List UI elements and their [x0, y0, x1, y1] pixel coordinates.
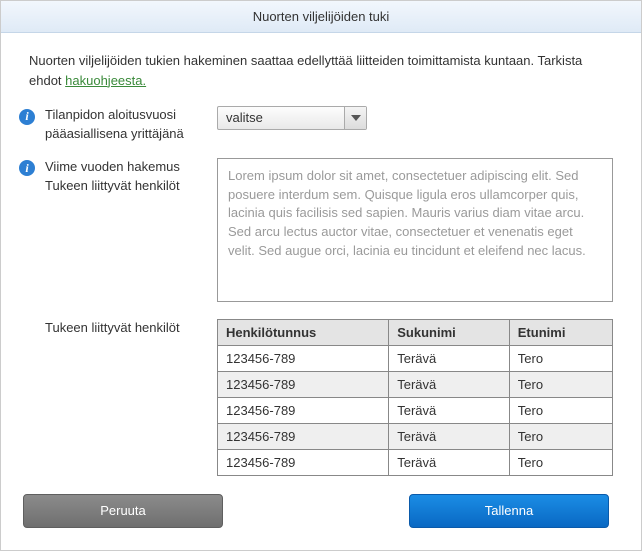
- cell-last: Terävä: [389, 345, 510, 371]
- start-year-label: Tilanpidon aloitusvuosi pääasiallisena y…: [45, 106, 217, 144]
- persons-textarea[interactable]: [217, 158, 613, 302]
- persons-section-label: Tukeen liittyvät henkilöt: [45, 319, 217, 338]
- table-row: 123456-789 Terävä Tero: [218, 371, 613, 397]
- cell-ssn: 123456-789: [218, 449, 389, 475]
- start-year-select-toggle[interactable]: [344, 107, 366, 129]
- cell-ssn: 123456-789: [218, 423, 389, 449]
- cell-first: Tero: [509, 423, 612, 449]
- cell-ssn: 123456-789: [218, 371, 389, 397]
- start-year-select-value: valitse: [218, 107, 344, 129]
- row-persons-table: Tukeen liittyvät henkilöt Henkilötunnus …: [19, 319, 613, 476]
- dialog-window: Nuorten viljelijöiden tuki Nuorten vilje…: [0, 0, 642, 551]
- save-button[interactable]: Tallenna: [409, 494, 609, 528]
- col-first: Etunimi: [509, 319, 612, 345]
- table-row: 123456-789 Terävä Tero: [218, 423, 613, 449]
- info-icon[interactable]: i: [19, 109, 35, 125]
- cancel-button[interactable]: Peruuta: [23, 494, 223, 528]
- dialog-body: Nuorten viljelijöiden tukien hakeminen s…: [1, 33, 641, 550]
- start-year-select[interactable]: valitse: [217, 106, 367, 130]
- textarea-label: Viime vuoden hakemus Tukeen liittyvät he…: [45, 158, 217, 196]
- table-row: 123456-789 Terävä Tero: [218, 345, 613, 371]
- intro-text: Nuorten viljelijöiden tukien hakeminen s…: [29, 51, 613, 90]
- persons-table: Henkilötunnus Sukunimi Etunimi 123456-78…: [217, 319, 613, 476]
- table-row: 123456-789 Terävä Tero: [218, 397, 613, 423]
- info-icon[interactable]: i: [19, 160, 35, 176]
- cell-first: Tero: [509, 371, 612, 397]
- start-year-label-line2: pääasiallisena yrittäjänä: [45, 126, 184, 141]
- cell-first: Tero: [509, 397, 612, 423]
- cell-last: Terävä: [389, 449, 510, 475]
- button-bar: Peruuta Tallenna: [19, 494, 613, 532]
- textarea-label-line2: Tukeen liittyvät henkilöt: [45, 178, 180, 193]
- cell-last: Terävä: [389, 397, 510, 423]
- chevron-down-icon: [351, 115, 361, 121]
- row-start-year: i Tilanpidon aloitusvuosi pääasiallisena…: [19, 106, 613, 144]
- persons-header-row: Henkilötunnus Sukunimi Etunimi: [218, 319, 613, 345]
- col-last: Sukunimi: [389, 319, 510, 345]
- textarea-label-line1: Viime vuoden hakemus: [45, 159, 180, 174]
- intro-link[interactable]: hakuohjeesta.: [65, 73, 146, 88]
- cell-first: Tero: [509, 449, 612, 475]
- cell-ssn: 123456-789: [218, 397, 389, 423]
- table-row: 123456-789 Terävä Tero: [218, 449, 613, 475]
- cell-last: Terävä: [389, 371, 510, 397]
- cell-ssn: 123456-789: [218, 345, 389, 371]
- row-textarea: i Viime vuoden hakemus Tukeen liittyvät …: [19, 158, 613, 305]
- cell-last: Terävä: [389, 423, 510, 449]
- col-ssn: Henkilötunnus: [218, 319, 389, 345]
- start-year-label-line1: Tilanpidon aloitusvuosi: [45, 107, 176, 122]
- dialog-title: Nuorten viljelijöiden tuki: [1, 1, 641, 33]
- cell-first: Tero: [509, 345, 612, 371]
